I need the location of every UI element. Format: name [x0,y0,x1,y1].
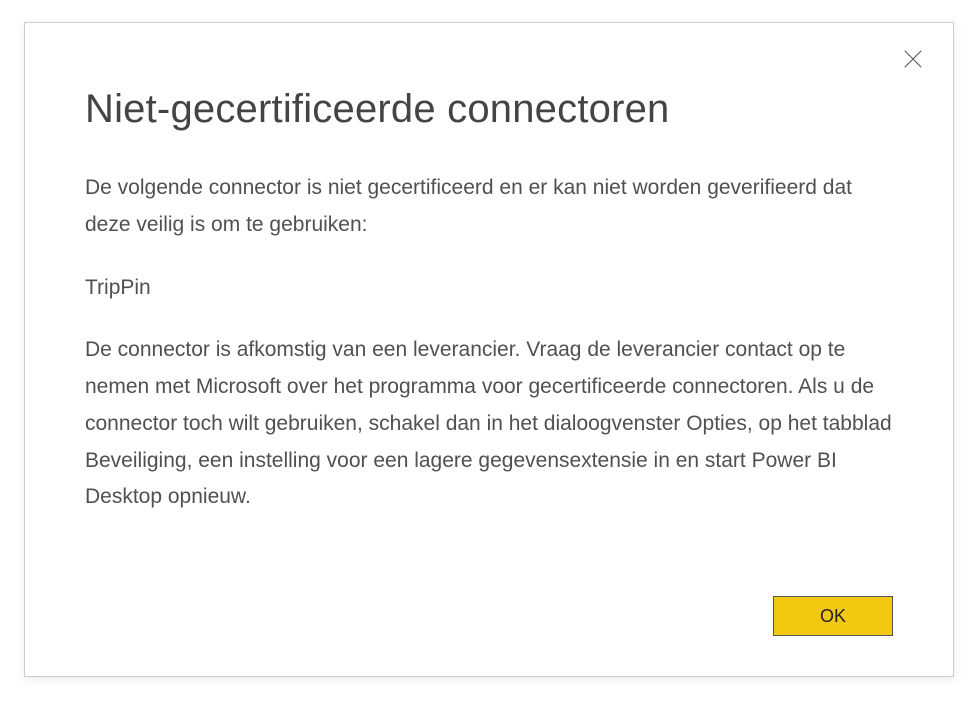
ok-button[interactable]: OK [773,596,893,636]
uncertified-connectors-dialog: Niet-gecertificeerde connectoren De volg… [24,22,954,677]
close-button[interactable] [899,45,927,73]
dialog-intro-text: De volgende connector is niet gecertific… [85,170,893,244]
dialog-footer: OK [773,596,893,636]
dialog-body: De volgende connector is niet gecertific… [85,170,893,516]
close-icon [902,48,924,70]
connector-name: TripPin [85,270,893,307]
dialog-title: Niet-gecertificeerde connectoren [85,87,893,132]
dialog-details-text: De connector is afkomstig van een levera… [85,332,893,516]
